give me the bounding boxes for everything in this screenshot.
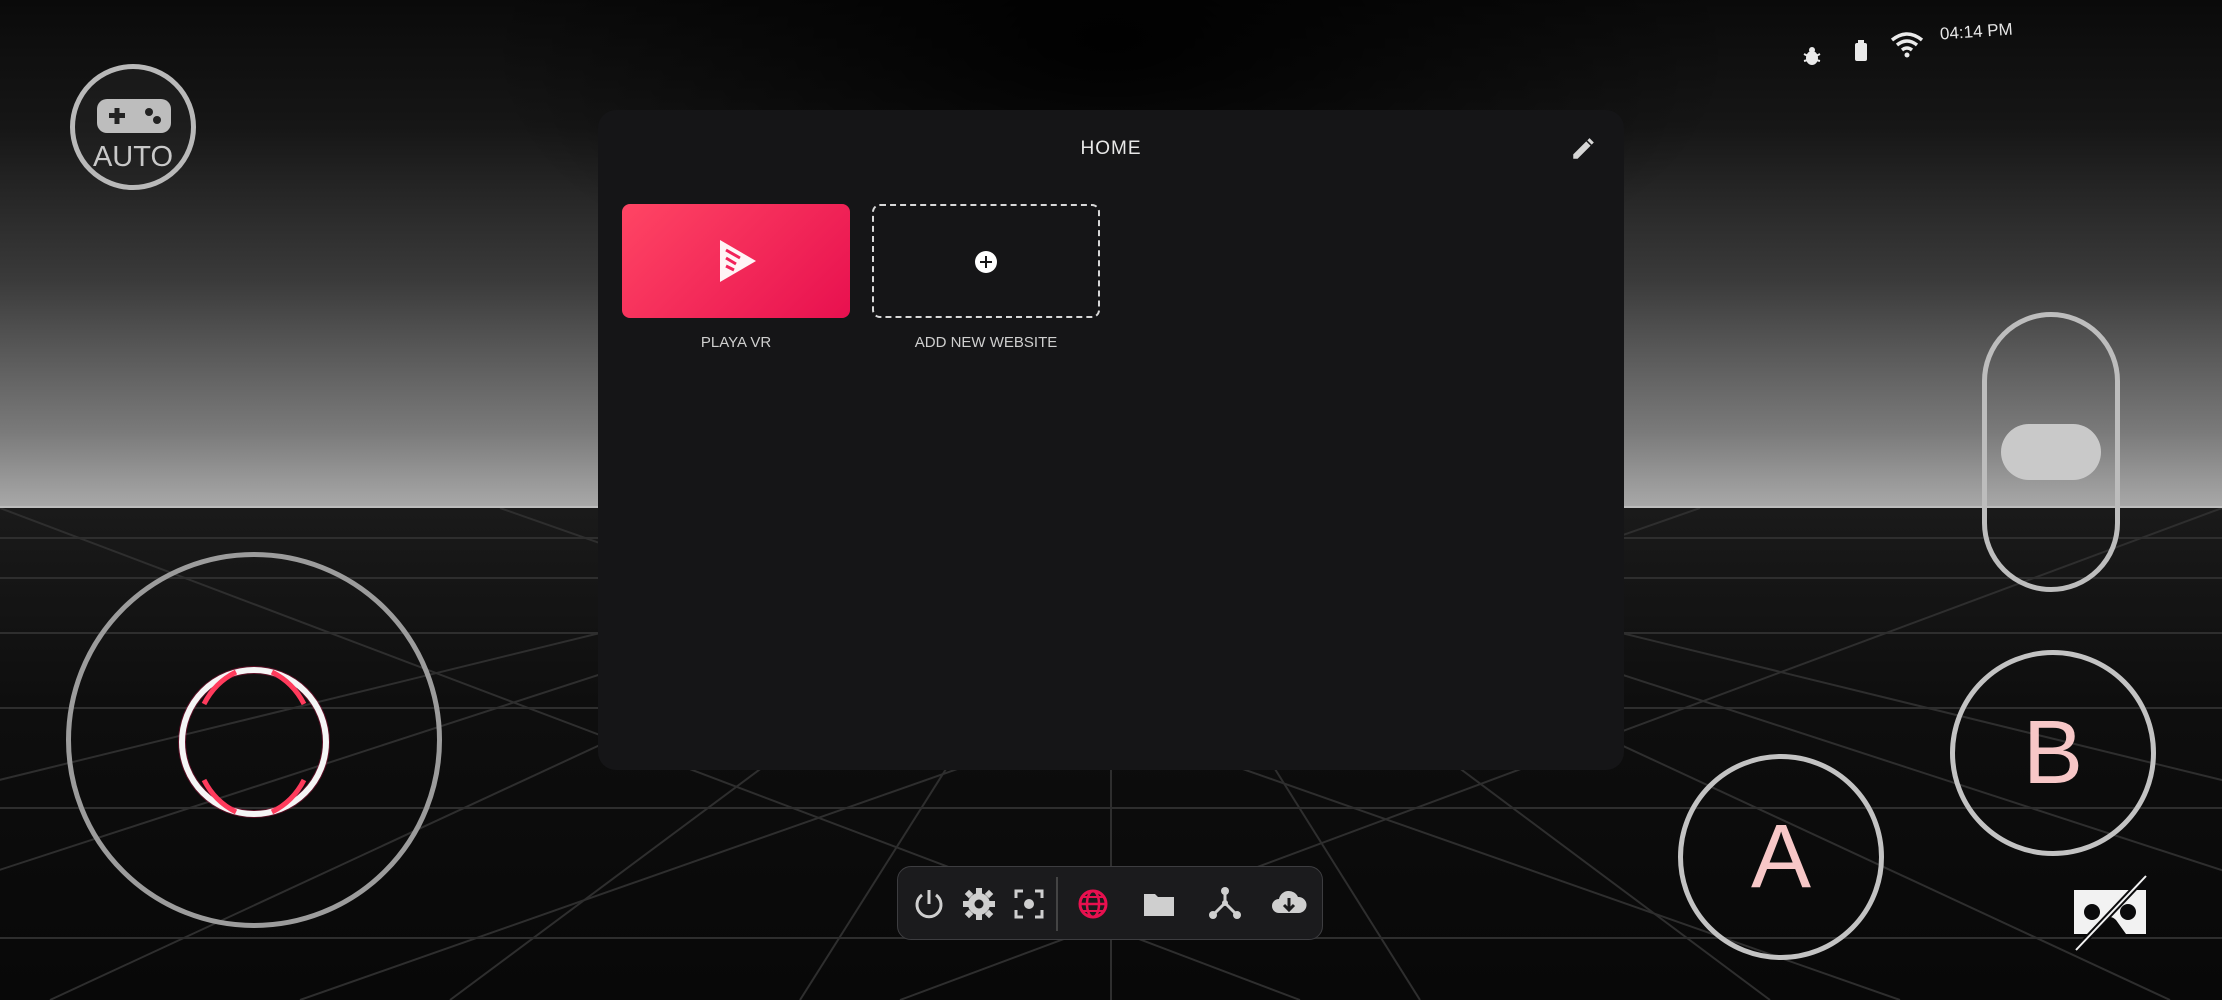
power-icon[interactable] [910,885,948,923]
a-button[interactable]: A [1678,754,1884,960]
add-website-tile[interactable] [872,204,1100,318]
wifi-icon [1890,32,1924,58]
panel-title: HOME [1080,138,1142,159]
pencil-icon[interactable] [1570,136,1596,162]
settings-icon[interactable] [960,885,998,923]
play-logo-icon [720,240,756,282]
joystick-thumb[interactable] [174,662,334,822]
dock-separator [1056,877,1058,931]
globe-icon[interactable] [1074,885,1112,923]
controller-mode-label: AUTO [92,141,174,173]
gamepad-icon [97,99,171,133]
cloud-download-icon[interactable] [1270,885,1308,923]
bottom-dock [897,866,1323,940]
playa-vr-tile[interactable] [622,204,850,318]
battery-icon [1855,40,1867,61]
playa-vr-label: PLAYA VR [700,334,772,351]
controller-mode-button[interactable]: AUTO [70,64,196,190]
vr-headset-off-icon[interactable] [2070,874,2150,954]
add-website-label: ADD NEW WEBSITE [914,334,1058,351]
bug-icon [1803,47,1821,65]
folder-icon[interactable] [1140,885,1178,923]
vertical-slider-knob[interactable] [2001,424,2101,480]
add-circle-icon [975,251,997,273]
browser-home-panel: HOME PLAYA VR ADD NEW WEBSITE [598,110,1624,770]
b-button[interactable]: B [1950,650,2156,856]
a-button-label: A [1750,806,1812,907]
b-button-label: B [2022,702,2084,803]
recenter-icon[interactable] [1010,885,1048,923]
network-icon[interactable] [1206,885,1244,923]
